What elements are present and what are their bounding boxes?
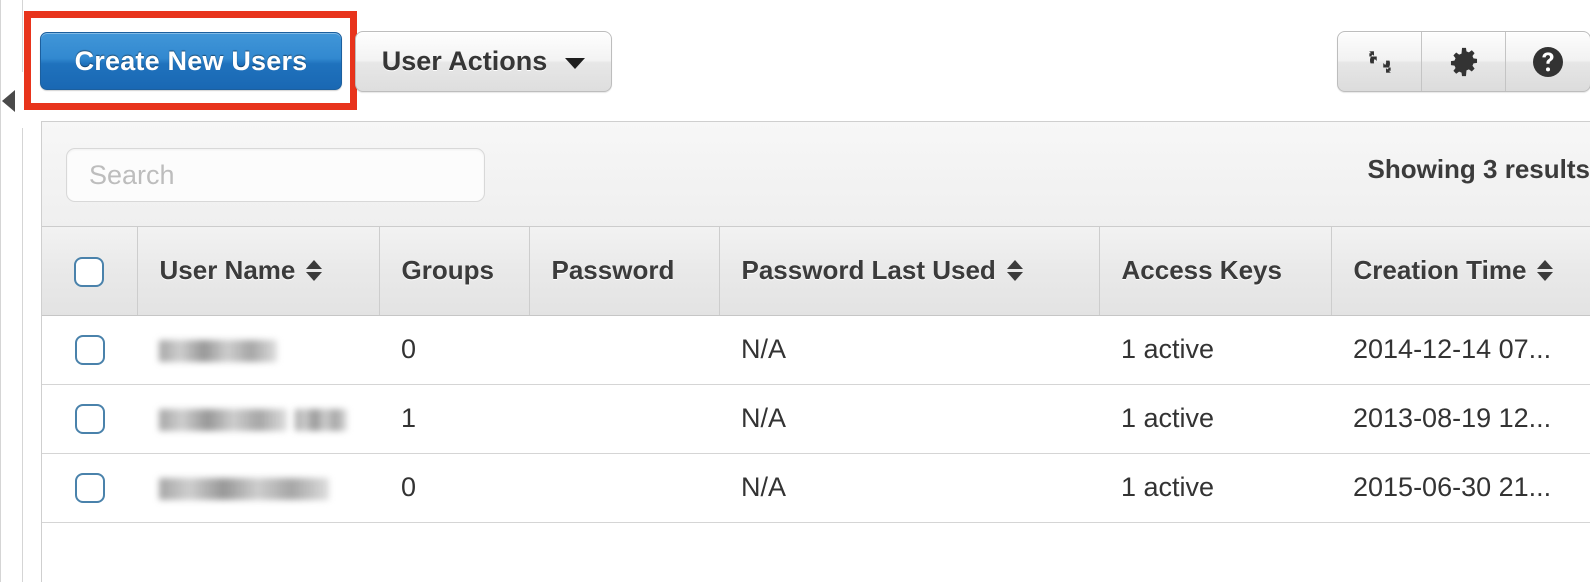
select-all-header bbox=[42, 227, 138, 316]
caret-down-icon bbox=[565, 58, 586, 69]
refresh-button[interactable] bbox=[1338, 32, 1422, 91]
iam-users-page: Create New Users User Actions Search Sho… bbox=[0, 0, 1590, 582]
row-checkbox[interactable] bbox=[74, 473, 105, 504]
left-rail-divider-inner bbox=[22, 128, 23, 582]
cell-password bbox=[529, 315, 719, 385]
cell-password-last-used: N/A bbox=[719, 453, 1099, 523]
create-new-users-button[interactable]: Create New Users bbox=[40, 32, 342, 90]
column-header-creation-time[interactable]: Creation Time bbox=[1331, 227, 1590, 316]
cell-access-keys: 1 active bbox=[1099, 315, 1331, 385]
cell-creation-time: 2013-08-19 12... bbox=[1331, 384, 1590, 454]
user-actions-label: User Actions bbox=[381, 46, 548, 76]
row-select-cell bbox=[42, 453, 137, 523]
column-label-password-last-used: Password Last Used bbox=[741, 255, 996, 286]
toolbar: Create New Users User Actions bbox=[0, 0, 1590, 120]
results-count-label: Showing 3 results bbox=[1367, 154, 1590, 184]
users-table: User Name Groups Password Password Last … bbox=[42, 227, 1590, 523]
cell-access-keys: 1 active bbox=[1099, 453, 1331, 523]
row-select-cell bbox=[42, 384, 137, 454]
users-table-body: 0 N/A 1 active 2014-12-14 07... 1 N/A 1 … bbox=[42, 315, 1590, 523]
refresh-icon bbox=[1363, 45, 1397, 79]
sort-arrows-icon bbox=[1006, 260, 1023, 282]
column-header-access-keys[interactable]: Access Keys bbox=[1099, 227, 1332, 316]
cell-groups: 0 bbox=[379, 453, 529, 523]
column-label-groups: Groups bbox=[401, 255, 494, 286]
user-actions-dropdown[interactable]: User Actions bbox=[355, 31, 612, 92]
sort-arrows-icon bbox=[1537, 260, 1554, 282]
table-row[interactable]: 0 N/A 1 active 2015-06-30 21... bbox=[42, 453, 1590, 523]
cell-groups: 1 bbox=[379, 384, 529, 454]
redacted-user-name bbox=[159, 477, 329, 500]
toolbar-icon-group bbox=[1337, 31, 1590, 92]
row-checkbox[interactable] bbox=[74, 335, 105, 366]
table-header-row: User Name Groups Password Password Last … bbox=[42, 227, 1590, 316]
column-header-groups[interactable]: Groups bbox=[379, 227, 530, 316]
row-checkbox[interactable] bbox=[74, 404, 105, 435]
redacted-user-name bbox=[159, 408, 347, 431]
column-label-creation-time: Creation Time bbox=[1353, 255, 1527, 286]
sort-arrows-icon bbox=[306, 260, 323, 282]
column-label-user-name: User Name bbox=[159, 255, 296, 286]
row-select-cell bbox=[42, 315, 137, 385]
help-icon bbox=[1530, 44, 1566, 80]
cell-groups: 0 bbox=[379, 315, 529, 385]
cell-user-name bbox=[137, 453, 379, 523]
panel-search-bar: Showing 3 results bbox=[42, 122, 1590, 227]
cell-password-last-used: N/A bbox=[719, 384, 1099, 454]
cell-creation-time: 2015-06-30 21... bbox=[1331, 453, 1590, 523]
users-table-header: User Name Groups Password Password Last … bbox=[42, 227, 1590, 316]
gear-icon bbox=[1447, 45, 1481, 79]
users-panel: Showing 3 results User bbox=[41, 121, 1590, 582]
cell-user-name bbox=[137, 384, 379, 454]
column-label-access-keys: Access Keys bbox=[1121, 255, 1282, 286]
column-label-password: Password bbox=[551, 255, 675, 286]
help-button[interactable] bbox=[1506, 32, 1590, 91]
cell-password-last-used: N/A bbox=[719, 315, 1099, 385]
column-header-password-last-used[interactable]: Password Last Used bbox=[719, 227, 1100, 316]
cell-password bbox=[529, 453, 719, 523]
column-header-user-name[interactable]: User Name bbox=[137, 227, 380, 316]
select-all-checkbox[interactable] bbox=[74, 256, 105, 287]
column-header-password[interactable]: Password bbox=[529, 227, 720, 316]
cell-password bbox=[529, 384, 719, 454]
cell-creation-time: 2014-12-14 07... bbox=[1331, 315, 1590, 385]
settings-button[interactable] bbox=[1422, 32, 1506, 91]
redacted-user-name bbox=[159, 339, 277, 362]
table-row[interactable]: 1 N/A 1 active 2013-08-19 12... bbox=[42, 384, 1590, 454]
search-input[interactable] bbox=[66, 148, 485, 202]
table-row[interactable]: 0 N/A 1 active 2014-12-14 07... bbox=[42, 315, 1590, 385]
cell-access-keys: 1 active bbox=[1099, 384, 1331, 454]
cell-user-name bbox=[137, 315, 379, 385]
